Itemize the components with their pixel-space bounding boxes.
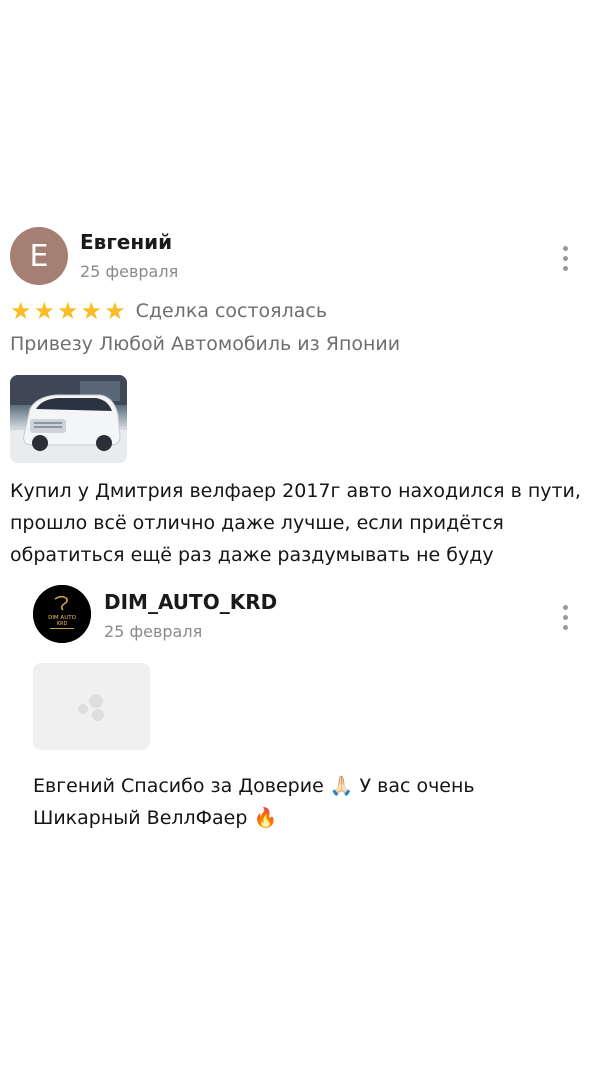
reply-photo-placeholder[interactable] [33,663,150,750]
svg-text:KRD: KRD [57,621,68,627]
star-icon: ★ [33,297,56,325]
reply-avatar[interactable]: DIM AUTO KRD [33,585,91,643]
review-text: Купил у Дмитрия велфаер 2017г авто наход… [10,480,581,566]
avatar-letter: Е [29,238,49,274]
rating-stars: ★ ★ ★ ★ ★ Сделка состоялась [10,297,327,325]
reply-author-name[interactable]: DIM_AUTO_KRD [104,590,277,614]
star-icon: ★ [57,297,79,325]
image-placeholder-icon [77,693,104,721]
review-photo-thumbnail[interactable] [10,375,127,463]
star-icon: ★ [104,297,126,325]
reply-more-options-icon[interactable] [562,605,568,630]
reply-date: 25 февраля [104,622,203,641]
star-icon: ★ [80,297,103,325]
review-category: Привезу Любой Автомобиль из Японии [10,333,401,355]
avatar[interactable]: Е [10,227,68,285]
star-icon: ★ [10,297,32,325]
car-photo [10,375,127,463]
deal-status: Сделка состоялась [135,300,328,322]
reply-text: Евгений Спасибо за Доверие 🙏🏻 У вас очен… [33,775,475,829]
review-more-options-icon[interactable] [562,246,568,271]
review-author-name[interactable]: Евгений [80,230,172,254]
dim-auto-logo: DIM AUTO KRD [33,585,91,643]
review-date: 25 февраля [80,262,179,281]
